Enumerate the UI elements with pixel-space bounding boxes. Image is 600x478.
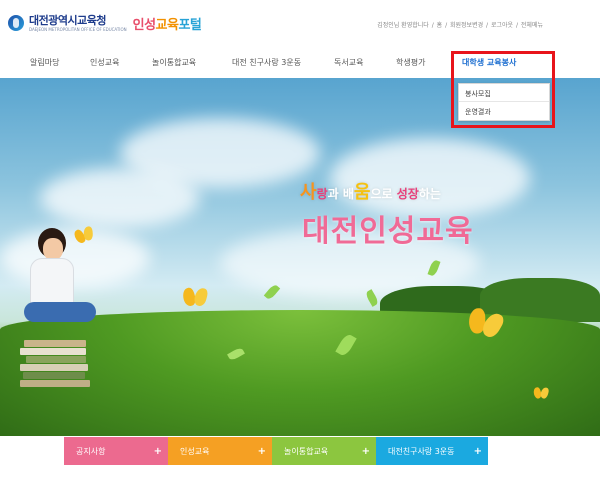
sitemap-link[interactable]: 전체메뉴 bbox=[521, 22, 543, 29]
org-name-en: DAEJEON METROPOLITAN OFFICE OF EDUCATION bbox=[29, 26, 127, 32]
plus-icon: + bbox=[361, 445, 370, 457]
hero-slogan-main: 대전인성교육 bbox=[302, 214, 474, 249]
quick-item-label: 놀이통합교육 bbox=[284, 446, 329, 456]
nav-item-friend-love[interactable]: 대전 친구사랑 3운동 bbox=[232, 57, 301, 68]
grass-field bbox=[0, 310, 600, 436]
child-legs bbox=[24, 302, 96, 322]
quick-item-character-education[interactable]: 인성교육 + bbox=[168, 437, 272, 465]
nav-item-notice[interactable]: 알림마당 bbox=[30, 57, 59, 68]
education-office-logo-icon bbox=[8, 15, 24, 31]
quick-item-play-education[interactable]: 놀이통합교육 + bbox=[272, 437, 376, 465]
slogan-part: 사 bbox=[300, 182, 317, 203]
plus-icon: + bbox=[153, 445, 162, 457]
slogan-part: 하는 bbox=[418, 187, 441, 201]
welcome-text: 김정인님 환영합니다 bbox=[377, 22, 429, 29]
hero-banner: 사랑과 배움으로 성장하는 대전인성교육 bbox=[0, 78, 600, 436]
slogan-part: 으로 bbox=[370, 187, 397, 201]
quick-item-label: 대전친구사랑 3운동 bbox=[388, 446, 455, 456]
edit-profile-link[interactable]: 회원정보변경 bbox=[450, 22, 483, 29]
utility-links: 김정인님 환영합니다 / 홈 / 회원정보변경 / 로그아웃 / 전체메뉴 bbox=[377, 22, 543, 29]
cloud bbox=[40, 168, 200, 228]
logout-link[interactable]: 로그아웃 bbox=[491, 22, 513, 29]
quick-item-notice[interactable]: 공지사항 + bbox=[64, 437, 168, 465]
slogan-part: 랑 bbox=[316, 187, 328, 201]
portal-name-part: 교육 bbox=[155, 17, 179, 33]
book bbox=[23, 372, 85, 379]
site-header: 대전광역시교육청 DAEJEON METROPOLITAN OFFICE OF … bbox=[0, 0, 600, 46]
site-logo[interactable]: 대전광역시교육청 DAEJEON METROPOLITAN OFFICE OF … bbox=[8, 10, 202, 36]
nav-item-student-eval[interactable]: 학생평가 bbox=[396, 57, 425, 68]
org-name: 대전광역시교육청 bbox=[29, 13, 106, 27]
nav-item-character-education[interactable]: 인성교육 bbox=[90, 57, 119, 68]
butterfly-icon bbox=[534, 387, 548, 398]
nav-item-play-education[interactable]: 놀이통합교육 bbox=[152, 57, 196, 68]
slogan-part: 움 bbox=[353, 182, 371, 203]
plus-icon: + bbox=[473, 445, 482, 457]
butterfly-icon bbox=[183, 288, 206, 306]
quick-item-label: 인성교육 bbox=[180, 446, 210, 456]
portal-name: 인성교육포털 bbox=[133, 14, 202, 33]
slogan-part: 과 배 bbox=[327, 187, 354, 201]
slogan-part: 성장 bbox=[396, 187, 419, 201]
highlight-box bbox=[451, 51, 555, 128]
book bbox=[26, 356, 86, 363]
child-face bbox=[43, 238, 63, 260]
portal-name-part: 인성 bbox=[132, 17, 156, 33]
quick-menu: 공지사항 + 인성교육 + 놀이통합교육 + 대전친구사랑 3운동 + bbox=[64, 437, 488, 465]
book bbox=[24, 340, 86, 347]
quick-item-friend-love[interactable]: 대전친구사랑 3운동 + bbox=[376, 437, 488, 465]
portal-name-part: 포털 bbox=[178, 17, 202, 33]
book bbox=[20, 348, 86, 355]
book-stack bbox=[20, 340, 90, 388]
plus-icon: + bbox=[257, 445, 266, 457]
org-name-block: 대전광역시교육청 DAEJEON METROPOLITAN OFFICE OF … bbox=[29, 15, 127, 32]
hero-slogan-top: 사랑과 배움으로 성장하는 bbox=[300, 178, 441, 204]
home-link[interactable]: 홈 bbox=[437, 22, 443, 29]
book bbox=[20, 364, 88, 371]
quick-item-label: 공지사항 bbox=[76, 446, 106, 456]
book bbox=[20, 380, 90, 387]
nav-item-reading[interactable]: 독서교육 bbox=[334, 57, 363, 68]
